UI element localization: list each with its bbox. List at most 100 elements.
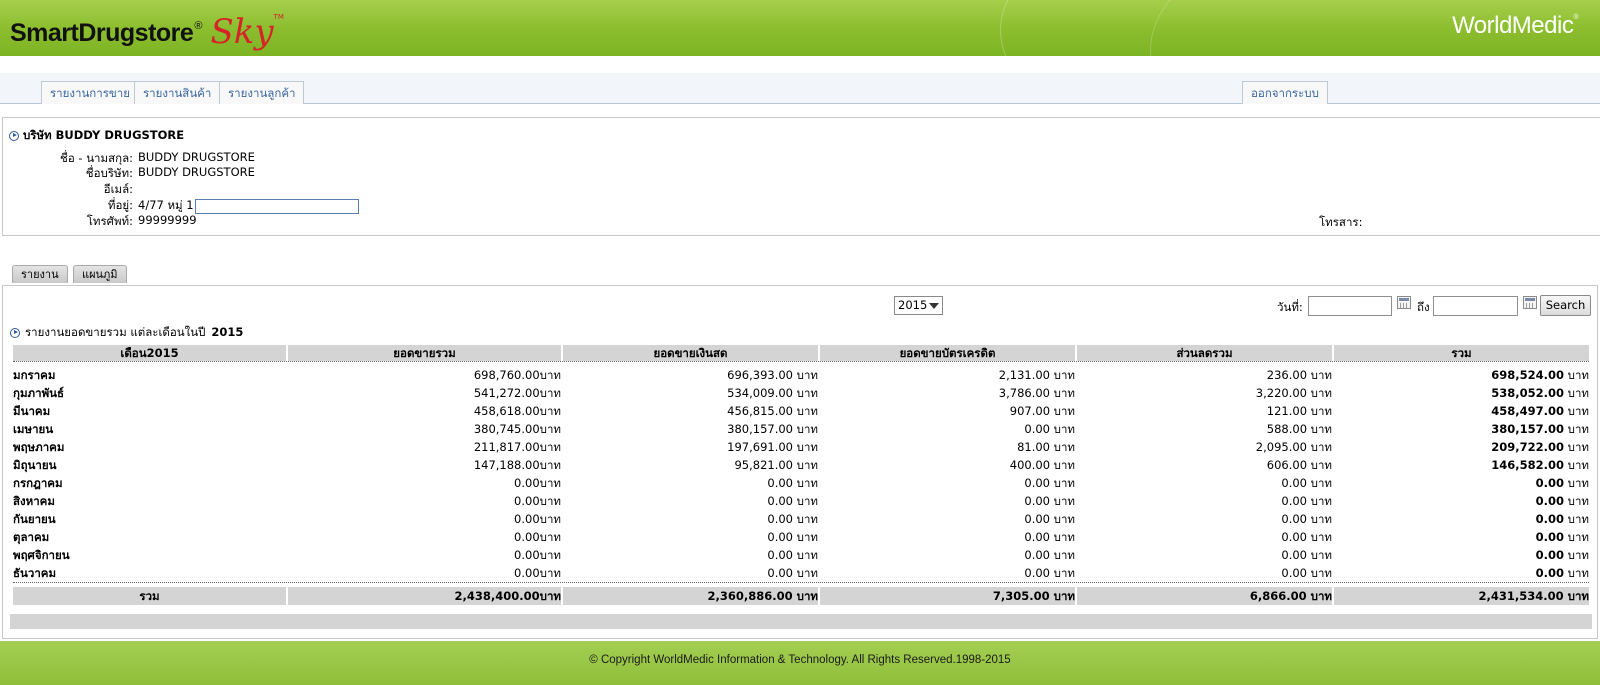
cell-month: พฤศจิกายน [13,548,70,562]
cell-cash: 0.00 บาท [767,548,818,562]
calendar-icon[interactable] [1523,296,1537,309]
cell-credit: 0.00 บาท [1024,476,1075,490]
cell-net-amount: 209,722.00 [1491,440,1564,454]
year-select[interactable]: 2015 [894,296,943,315]
cell-month: เมษายน [13,422,54,436]
page-footer: © Copyright WorldMedic Information & Tec… [0,641,1600,685]
logo-main-text: SmartDrugstore [10,19,194,47]
cell-net-amount: 0.00 [1535,548,1564,562]
cell-total-sales: 0.00บาท [514,548,561,562]
cell-net: 0.00 บาท [1334,510,1589,528]
sales-report-table: เดือน2015 ยอดขายรวม ยอดขายเงินสด ยอดขายบ… [11,345,1591,605]
table-row: ตุลาคม 0.00บาท 0.00 บาท 0.00 บาท 0.00 บา… [13,528,1589,546]
company-title-text: บริษัท BUDDY DRUGSTORE [23,128,185,142]
cell-cash: 0.00 บาท [767,476,818,490]
cell-cash: 0.00 บาท [767,530,818,544]
address-input[interactable] [195,199,359,214]
cell-net-unit: บาท [1564,422,1589,436]
table-row: กันยายน 0.00บาท 0.00 บาท 0.00 บาท 0.00 บ… [13,510,1589,528]
cell-net-unit: บาท [1564,494,1589,508]
company-title: บริษัท BUDDY DRUGSTORE [9,127,184,145]
total-discount: 6,866.00 บาท [1077,587,1332,605]
cell-credit: 0.00 บาท [1024,422,1075,436]
cell-discount: 0.00 บาท [1281,530,1332,544]
cell-credit: 3,786.00 บาท [998,386,1075,400]
cell-credit: 0.00 บาท [1024,566,1075,580]
cell-total-sales: 0.00บาท [514,494,561,508]
year-select-value: 2015 [898,298,928,312]
report-title-year: 2015 [211,325,244,339]
date-to-input[interactable] [1433,296,1518,316]
col-header-net: รวม [1334,345,1589,361]
date-from-input[interactable] [1308,296,1392,316]
cell-cash: 0.00 บาท [767,512,818,526]
cell-net-amount: 458,497.00 [1491,404,1564,418]
cell-net: 458,497.00 บาท [1334,402,1589,420]
cell-discount: 3,220.00 บาท [1255,386,1332,400]
cell-net: 380,157.00 บาท [1334,420,1589,438]
table-row: พฤษภาคม 211,817.00บาท 197,691.00 บาท 81.… [13,438,1589,456]
cell-net-unit: บาท [1564,512,1589,526]
cell-credit: 0.00 บาท [1024,512,1075,526]
logo-registered-mark: ® [194,20,203,32]
logout-button[interactable]: ออกจากระบบ [1242,81,1328,104]
table-row: มีนาคม 458,618.00บาท 456,815.00 บาท 907.… [13,402,1589,420]
col-header-month: เดือน2015 [13,345,286,361]
main-nav: รายงานการขาย รายงานสินค้า รายงานลูกค้า อ… [0,73,1600,104]
table-row: มกราคม 698,760.00บาท 696,393.00 บาท 2,13… [13,366,1589,384]
cell-month: กันยายน [13,512,56,526]
cell-credit: 81.00 บาท [1017,440,1075,454]
fax-label: โทรสาร: [1319,215,1363,229]
logo-sky-text: Sky [210,12,274,52]
cell-discount: 0.00 บาท [1281,494,1332,508]
cell-discount: 0.00 บาท [1281,512,1332,526]
cell-month: กรกฎาคม [13,476,63,490]
cell-discount: 2,095.00 บาท [1255,440,1332,454]
cell-total-sales: 0.00บาท [514,530,561,544]
cell-net: 209,722.00 บาท [1334,438,1589,456]
company-info-panel: บริษัท BUDDY DRUGSTORE ชื่อ - นามสกุล: B… [2,117,1600,236]
cell-total-sales: 541,272.00บาท [473,386,561,400]
cell-month: พฤษภาคม [13,440,65,454]
bullet-arrow-icon [10,327,20,338]
cell-total-sales: 698,760.00บาท [473,368,561,382]
cell-month: สิงหาคม [13,494,55,508]
cell-net-unit: บาท [1564,386,1589,400]
brand-registered-mark: ® [1573,14,1578,21]
cell-net: 0.00 บาท [1334,474,1589,492]
info-value: 99999999 [138,213,197,227]
cell-discount: 606.00 บาท [1266,458,1332,472]
cell-net-unit: บาท [1564,458,1589,472]
cell-net: 0.00 บาท [1334,492,1589,510]
tab-chart[interactable]: แผนภูมิ [73,265,127,283]
search-button[interactable]: Search [1540,295,1591,316]
cell-net-amount: 0.00 [1535,494,1564,508]
cell-credit: 0.00 บาท [1024,494,1075,508]
calendar-icon[interactable] [1397,296,1411,309]
cell-cash: 197,691.00 บาท [727,440,818,454]
date-from-label: วันที่: [1277,300,1303,314]
cell-discount: 236.00 บาท [1266,368,1332,382]
cell-net-unit: บาท [1564,566,1589,580]
cell-month: กุมภาพันธ์ [13,386,65,400]
total-label: รวม [13,587,286,605]
info-label: โทรศัพท์: [86,214,133,228]
cell-discount: 0.00 บาท [1281,566,1332,580]
cell-credit: 907.00 บาท [1009,404,1075,418]
tab-report[interactable]: รายงาน [12,265,68,283]
nav-tab-customer-report[interactable]: รายงานลูกค้า [219,81,305,104]
table-header-row: เดือน2015 ยอดขายรวม ยอดขายเงินสด ยอดขายบ… [13,345,1589,361]
cell-net-unit: บาท [1564,404,1589,418]
cell-discount: 0.00 บาท [1281,548,1332,562]
col-header-credit: ยอดขายบัตรเครดิต [820,345,1075,361]
cell-net-unit: บาท [1564,530,1589,544]
nav-tab-sales-report[interactable]: รายงานการขาย [41,81,139,104]
cell-cash: 0.00 บาท [767,566,818,580]
nav-tab-product-report[interactable]: รายงานสินค้า [134,81,221,104]
bullet-arrow-icon [9,130,19,141]
table-row: สิงหาคม 0.00บาท 0.00 บาท 0.00 บาท 0.00 บ… [13,492,1589,510]
cell-cash: 696,393.00 บาท [727,368,818,382]
cell-credit: 0.00 บาท [1024,548,1075,562]
table-row: ธันวาคม 0.00บาท 0.00 บาท 0.00 บาท 0.00 บ… [13,564,1589,582]
date-to-label: ถึง [1417,300,1430,314]
